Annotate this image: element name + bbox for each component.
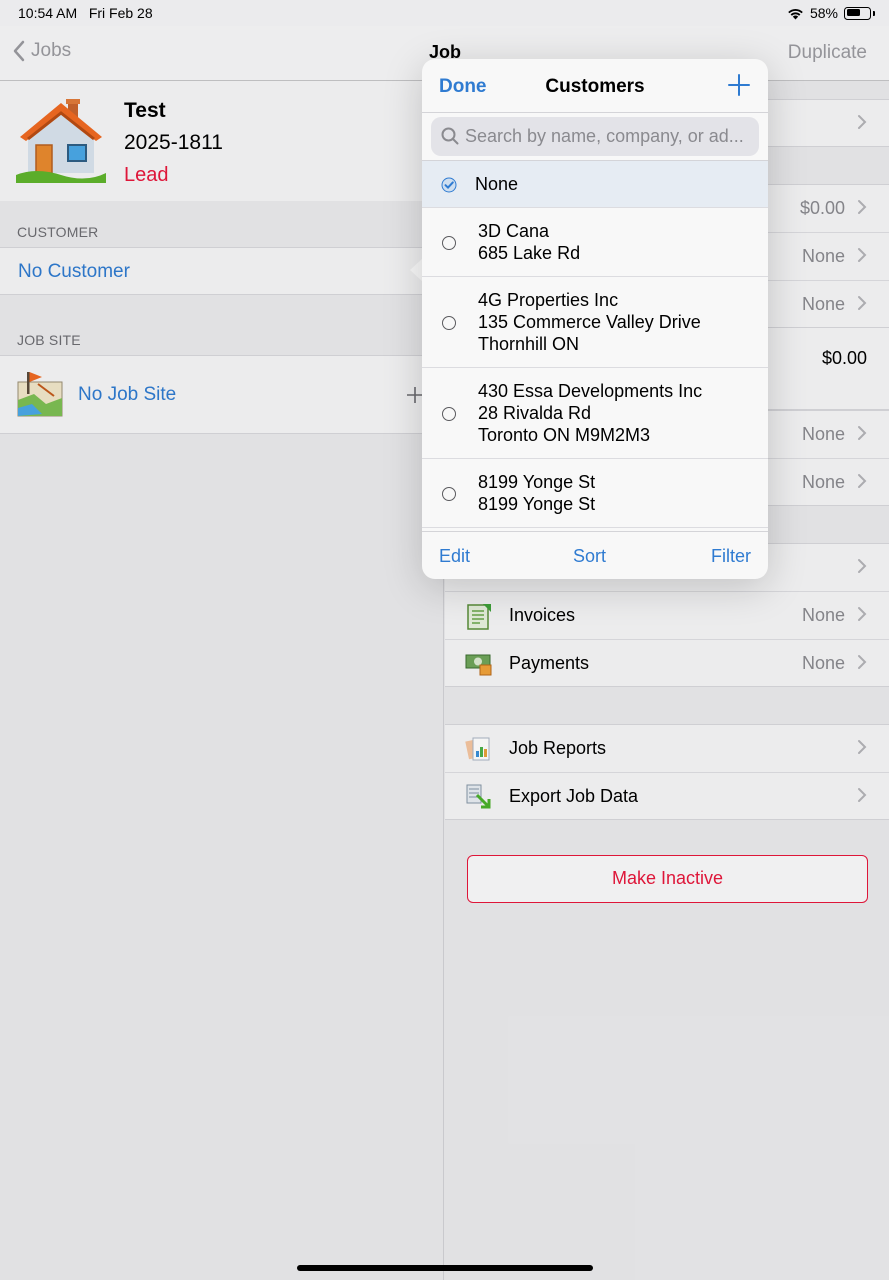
popover-title: Customers <box>545 76 645 97</box>
customer-item-text: 8199 Yonge St 8199 Yonge St <box>478 472 596 514</box>
customer-item-text: 3D Cana 685 Lake Rd <box>478 221 581 263</box>
customer-item-text: None <box>475 174 519 194</box>
customer-item-none[interactable]: None <box>422 161 768 208</box>
chevron-right-icon <box>858 426 867 440</box>
customer-section-label: CUSTOMER <box>17 224 99 240</box>
map-flag-icon <box>17 372 63 417</box>
customer-item[interactable]: 8199 Yonge St 8199 Yonge St <box>422 459 768 528</box>
customer-item[interactable]: 3D Cana 685 Lake Rd <box>422 208 768 277</box>
battery-icon <box>844 6 871 20</box>
invoices-row[interactable]: Invoices None <box>445 592 889 640</box>
back-label: Jobs <box>31 40 72 61</box>
summary-value: None <box>801 472 845 492</box>
popover-header: Done Customers <box>422 59 768 113</box>
back-button[interactable]: Jobs <box>12 40 71 62</box>
cash-icon <box>465 654 492 676</box>
payments-value: None <box>801 653 845 673</box>
customer-item[interactable]: 430 Essa Developments Inc 28 Rivalda Rd … <box>422 368 768 459</box>
duplicate-button[interactable]: Duplicate <box>788 42 867 64</box>
chevron-right-icon <box>858 115 867 129</box>
chevron-right-icon <box>858 296 867 310</box>
customer-value: No Customer <box>18 261 130 282</box>
summary-value: $0.00 <box>799 198 845 218</box>
chevron-right-icon <box>858 607 867 621</box>
invoices-value: None <box>801 605 845 625</box>
payments-row[interactable]: Payments None <box>445 640 889 688</box>
popover-toolbar: Edit Sort Filter <box>422 531 768 579</box>
battery-percent: 58% <box>809 5 838 21</box>
status-bar: 10:54 AM Fri Feb 28 58% <box>0 0 889 26</box>
search-bar <box>431 117 759 156</box>
job-header: Test 2025-1811 Lead <box>0 81 444 201</box>
job-reports-row[interactable]: Job Reports <box>445 725 889 773</box>
chevron-right-icon <box>858 655 867 669</box>
invoices-label: Invoices <box>509 605 576 625</box>
payments-label: Payments <box>509 653 590 673</box>
export-job-data-row[interactable]: Export Job Data <box>445 773 889 821</box>
wifi-icon <box>788 8 803 19</box>
customer-item-text: 430 Essa Developments Inc 28 Rivalda Rd … <box>478 381 703 445</box>
home-indicator[interactable] <box>297 1265 593 1271</box>
reports-group: Job Reports Export Job Data <box>445 724 889 820</box>
make-inactive-button[interactable]: Make Inactive <box>467 855 868 903</box>
job-number: 2025-1811 <box>124 131 223 154</box>
summary-value: None <box>801 424 845 444</box>
export-job-data-label: Export Job Data <box>509 786 639 806</box>
add-customer-icon[interactable] <box>728 74 750 96</box>
customer-item[interactable]: 4G Properties Inc 135 Commerce Valley Dr… <box>422 277 768 368</box>
summary-value: None <box>801 294 845 314</box>
radio-circle-icon <box>442 407 456 421</box>
customer-list: None 3D Cana 685 Lake Rd 4G Properties I… <box>422 160 768 530</box>
export-data-icon <box>466 784 491 809</box>
invoice-icon <box>467 604 491 630</box>
job-site-cell[interactable]: No Job Site <box>0 355 444 434</box>
sort-button[interactable]: Sort <box>573 546 606 567</box>
search-icon <box>441 127 459 145</box>
job-name: Test <box>124 99 166 122</box>
status-indicators: 58% <box>787 5 875 21</box>
summary-value: None <box>801 246 845 266</box>
radio-circle-icon <box>442 236 456 250</box>
job-detail-pane: Test 2025-1811 Lead CUSTOMER No Customer… <box>0 81 444 1280</box>
chevron-right-icon <box>858 248 867 262</box>
chevron-right-icon <box>858 740 867 754</box>
job-reports-label: Job Reports <box>509 738 607 758</box>
customers-popover: Done Customers None 3D Cana 685 Lake Rd … <box>422 59 768 579</box>
report-chart-icon <box>465 737 490 761</box>
chevron-right-icon <box>858 200 867 214</box>
job-site-section-label: JOB SITE <box>17 332 81 348</box>
radio-circle-icon <box>442 487 456 501</box>
status-time: 10:54 AM Fri Feb 28 <box>18 5 153 21</box>
customer-cell[interactable]: No Customer <box>0 247 444 295</box>
job-status: Lead <box>124 164 169 186</box>
chevron-left-icon <box>13 40 25 62</box>
house-icon <box>16 99 106 183</box>
chevron-right-icon <box>858 474 867 488</box>
customer-item-text: 4G Properties Inc 135 Commerce Valley Dr… <box>478 290 701 354</box>
job-site-value: No Job Site <box>78 384 177 405</box>
summary-total-value: $0.00 <box>821 348 867 368</box>
chevron-right-icon <box>858 559 867 573</box>
filter-button[interactable]: Filter <box>711 546 751 567</box>
checkmark-circle-icon <box>441 177 457 193</box>
search-input[interactable] <box>465 117 753 156</box>
edit-button[interactable]: Edit <box>439 546 470 567</box>
radio-circle-icon <box>442 316 456 330</box>
chevron-right-icon <box>858 788 867 802</box>
